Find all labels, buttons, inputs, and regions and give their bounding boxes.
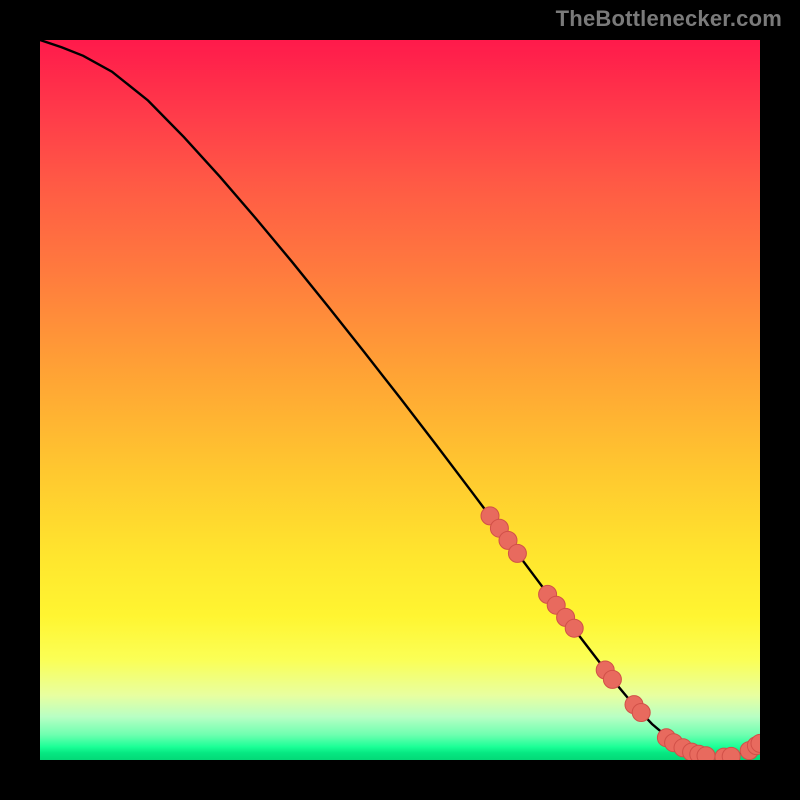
marker-point — [697, 747, 715, 760]
marker-point — [722, 747, 740, 760]
chart-frame: TheBottlenecker.com — [0, 0, 800, 800]
marker-point — [565, 619, 583, 637]
marker-group — [481, 507, 760, 760]
marker-point — [603, 670, 621, 688]
attribution-label: TheBottlenecker.com — [556, 6, 782, 32]
marker-point — [632, 704, 650, 722]
bottleneck-curve — [40, 40, 760, 757]
chart-overlay — [40, 40, 760, 760]
marker-point — [508, 544, 526, 562]
plot-area — [40, 40, 760, 760]
